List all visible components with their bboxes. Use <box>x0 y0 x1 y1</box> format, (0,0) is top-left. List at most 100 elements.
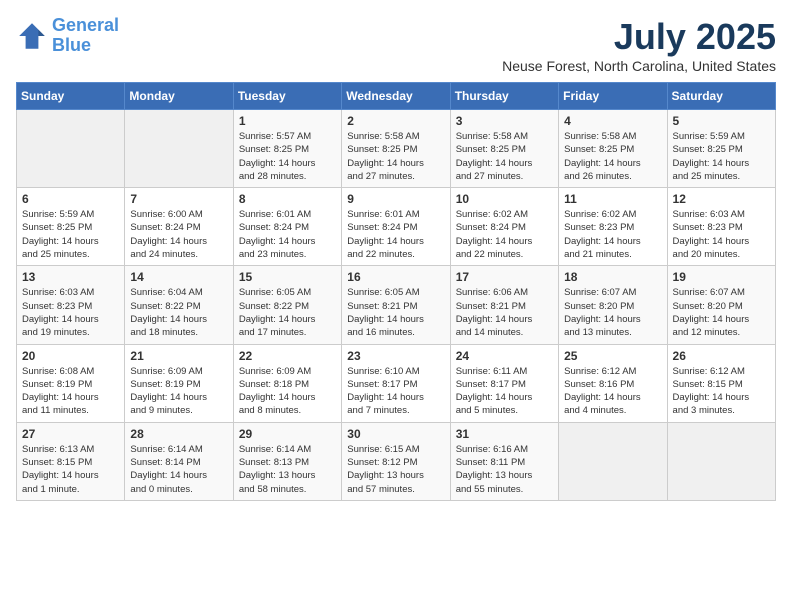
day-number: 20 <box>22 349 119 363</box>
calendar-cell: 19Sunrise: 6:07 AM Sunset: 8:20 PM Dayli… <box>667 266 775 344</box>
calendar-week-2: 6 Sunrise: 5:59 AM Sunset: 8:25 PM Daylig… <box>17 188 776 266</box>
day-info: Sunrise: 5:59 AM Sunset: 8:25 PM Dayligh… <box>22 208 119 261</box>
calendar-cell: 8 Sunrise: 6:01 AM Sunset: 8:24 PM Daylig… <box>233 188 341 266</box>
day-info: Sunrise: 5:58 AM Sunset: 8:25 PM Dayligh… <box>564 130 661 183</box>
day-info: Sunrise: 6:03 AM Sunset: 8:23 PM Dayligh… <box>22 286 119 339</box>
calendar-week-3: 13 Sunrise: 6:03 AM Sunset: 8:23 PM Dayli… <box>17 266 776 344</box>
calendar-cell: 16 Sunrise: 6:05 AM Sunset: 8:21 PM Dayli… <box>342 266 450 344</box>
weekday-header-sunday: Sunday <box>17 83 125 110</box>
day-info: Sunrise: 5:59 AM Sunset: 8:25 PM Dayligh… <box>673 130 770 183</box>
calendar-cell: 20 Sunrise: 6:08 AM Sunset: 8:19 PM Dayli… <box>17 344 125 422</box>
day-number: 14 <box>130 270 227 284</box>
day-number: 31 <box>456 427 553 441</box>
calendar-cell: 13 Sunrise: 6:03 AM Sunset: 8:23 PM Dayli… <box>17 266 125 344</box>
day-info: Sunrise: 6:05 AM Sunset: 8:22 PM Dayligh… <box>239 286 336 339</box>
day-number: 9 <box>347 192 444 206</box>
day-info: Sunrise: 6:04 AM Sunset: 8:22 PM Dayligh… <box>130 286 227 339</box>
day-number: 17 <box>456 270 553 284</box>
weekday-header-row: SundayMondayTuesdayWednesdayThursdayFrid… <box>17 83 776 110</box>
day-info: Sunrise: 6:09 AM Sunset: 8:18 PM Dayligh… <box>239 365 336 418</box>
calendar-cell: 21Sunrise: 6:09 AM Sunset: 8:19 PM Dayli… <box>125 344 233 422</box>
calendar-cell: 3 Sunrise: 5:58 AM Sunset: 8:25 PM Daylig… <box>450 110 558 188</box>
calendar-cell: 31 Sunrise: 6:16 AM Sunset: 8:11 PM Dayli… <box>450 422 558 500</box>
day-number: 4 <box>564 114 661 128</box>
calendar-cell: 5 Sunrise: 5:59 AM Sunset: 8:25 PM Daylig… <box>667 110 775 188</box>
weekday-header-friday: Friday <box>559 83 667 110</box>
day-info: Sunrise: 6:08 AM Sunset: 8:19 PM Dayligh… <box>22 365 119 418</box>
weekday-header-wednesday: Wednesday <box>342 83 450 110</box>
day-number: 27 <box>22 427 119 441</box>
calendar-cell: 6 Sunrise: 5:59 AM Sunset: 8:25 PM Daylig… <box>17 188 125 266</box>
weekday-header-tuesday: Tuesday <box>233 83 341 110</box>
day-info: Sunrise: 6:11 AM Sunset: 8:17 PM Dayligh… <box>456 365 553 418</box>
day-info: Sunrise: 6:13 AM Sunset: 8:15 PM Dayligh… <box>22 443 119 496</box>
calendar-week-4: 20 Sunrise: 6:08 AM Sunset: 8:19 PM Dayli… <box>17 344 776 422</box>
day-number: 30 <box>347 427 444 441</box>
day-number: 29 <box>239 427 336 441</box>
title-block: July 2025 Neuse Forest, North Carolina, … <box>502 16 776 74</box>
weekday-header-thursday: Thursday <box>450 83 558 110</box>
day-info: Sunrise: 5:57 AM Sunset: 8:25 PM Dayligh… <box>239 130 336 183</box>
day-number: 8 <box>239 192 336 206</box>
logo-blue: Blue <box>52 35 91 55</box>
day-info: Sunrise: 6:14 AM Sunset: 8:13 PM Dayligh… <box>239 443 336 496</box>
calendar-cell: 1 Sunrise: 5:57 AM Sunset: 8:25 PM Daylig… <box>233 110 341 188</box>
day-info: Sunrise: 6:10 AM Sunset: 8:17 PM Dayligh… <box>347 365 444 418</box>
calendar-table: SundayMondayTuesdayWednesdayThursdayFrid… <box>16 82 776 501</box>
calendar-cell: 29 Sunrise: 6:14 AM Sunset: 8:13 PM Dayli… <box>233 422 341 500</box>
logo-icon <box>16 20 48 52</box>
calendar-cell <box>17 110 125 188</box>
weekday-header-monday: Monday <box>125 83 233 110</box>
day-number: 7 <box>130 192 227 206</box>
day-info: Sunrise: 6:05 AM Sunset: 8:21 PM Dayligh… <box>347 286 444 339</box>
day-number: 23 <box>347 349 444 363</box>
day-number: 1 <box>239 114 336 128</box>
day-number: 22 <box>239 349 336 363</box>
calendar-cell: 4 Sunrise: 5:58 AM Sunset: 8:25 PM Daylig… <box>559 110 667 188</box>
day-info: Sunrise: 6:02 AM Sunset: 8:23 PM Dayligh… <box>564 208 661 261</box>
day-info: Sunrise: 6:07 AM Sunset: 8:20 PM Dayligh… <box>673 286 770 339</box>
month-title: July 2025 <box>502 16 776 58</box>
day-info: Sunrise: 6:02 AM Sunset: 8:24 PM Dayligh… <box>456 208 553 261</box>
calendar-cell: 25Sunrise: 6:12 AM Sunset: 8:16 PM Dayli… <box>559 344 667 422</box>
day-number: 21 <box>130 349 227 363</box>
calendar-cell: 14 Sunrise: 6:04 AM Sunset: 8:22 PM Dayli… <box>125 266 233 344</box>
day-info: Sunrise: 6:12 AM Sunset: 8:15 PM Dayligh… <box>673 365 770 418</box>
calendar-cell: 23 Sunrise: 6:10 AM Sunset: 8:17 PM Dayli… <box>342 344 450 422</box>
calendar-cell: 7Sunrise: 6:00 AM Sunset: 8:24 PM Daylig… <box>125 188 233 266</box>
calendar-cell: 18Sunrise: 6:07 AM Sunset: 8:20 PM Dayli… <box>559 266 667 344</box>
calendar-cell: 15 Sunrise: 6:05 AM Sunset: 8:22 PM Dayli… <box>233 266 341 344</box>
calendar-cell: 24 Sunrise: 6:11 AM Sunset: 8:17 PM Dayli… <box>450 344 558 422</box>
calendar-cell: 17Sunrise: 6:06 AM Sunset: 8:21 PM Dayli… <box>450 266 558 344</box>
day-info: Sunrise: 6:16 AM Sunset: 8:11 PM Dayligh… <box>456 443 553 496</box>
calendar-cell: 2Sunrise: 5:58 AM Sunset: 8:25 PM Daylig… <box>342 110 450 188</box>
day-number: 11 <box>564 192 661 206</box>
day-number: 13 <box>22 270 119 284</box>
day-number: 12 <box>673 192 770 206</box>
calendar-cell: 11 Sunrise: 6:02 AM Sunset: 8:23 PM Dayli… <box>559 188 667 266</box>
calendar-cell: 28 Sunrise: 6:14 AM Sunset: 8:14 PM Dayli… <box>125 422 233 500</box>
location-title: Neuse Forest, North Carolina, United Sta… <box>502 58 776 74</box>
day-number: 28 <box>130 427 227 441</box>
calendar-cell <box>667 422 775 500</box>
day-info: Sunrise: 6:15 AM Sunset: 8:12 PM Dayligh… <box>347 443 444 496</box>
day-number: 3 <box>456 114 553 128</box>
calendar-cell: 26Sunrise: 6:12 AM Sunset: 8:15 PM Dayli… <box>667 344 775 422</box>
day-number: 24 <box>456 349 553 363</box>
logo-text: General Blue <box>52 16 119 56</box>
day-info: Sunrise: 6:14 AM Sunset: 8:14 PM Dayligh… <box>130 443 227 496</box>
day-number: 18 <box>564 270 661 284</box>
day-number: 16 <box>347 270 444 284</box>
weekday-header-saturday: Saturday <box>667 83 775 110</box>
day-number: 6 <box>22 192 119 206</box>
calendar-cell: 22 Sunrise: 6:09 AM Sunset: 8:18 PM Dayli… <box>233 344 341 422</box>
day-number: 15 <box>239 270 336 284</box>
calendar-week-1: 1 Sunrise: 5:57 AM Sunset: 8:25 PM Daylig… <box>17 110 776 188</box>
day-number: 5 <box>673 114 770 128</box>
day-info: Sunrise: 5:58 AM Sunset: 8:25 PM Dayligh… <box>456 130 553 183</box>
day-number: 25 <box>564 349 661 363</box>
day-info: Sunrise: 6:01 AM Sunset: 8:24 PM Dayligh… <box>239 208 336 261</box>
calendar-week-5: 27 Sunrise: 6:13 AM Sunset: 8:15 PM Dayli… <box>17 422 776 500</box>
day-number: 10 <box>456 192 553 206</box>
calendar-cell: 9Sunrise: 6:01 AM Sunset: 8:24 PM Daylig… <box>342 188 450 266</box>
